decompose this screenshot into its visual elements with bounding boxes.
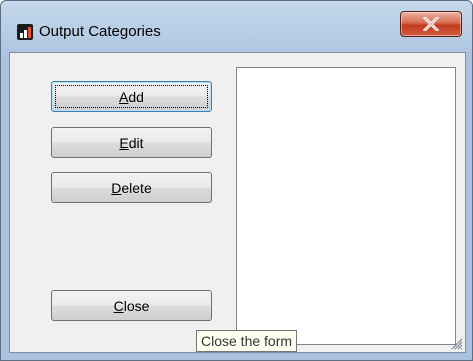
close-icon	[423, 17, 439, 31]
delete-button-label: Delete	[111, 179, 152, 196]
dialog-window: Output Categories Add Edit Delete Close	[0, 0, 473, 361]
tooltip: Close the form	[196, 330, 298, 352]
client-area: Add Edit Delete Close	[9, 52, 466, 353]
categories-listbox[interactable]	[236, 67, 456, 345]
edit-button-label: Edit	[119, 134, 144, 151]
bar-chart-icon	[17, 24, 33, 40]
close-button[interactable]: Close	[51, 290, 212, 321]
edit-button[interactable]: Edit	[51, 127, 212, 158]
add-button[interactable]: Add	[51, 81, 212, 112]
delete-button[interactable]: Delete	[51, 172, 212, 203]
window-title: Output Categories	[39, 23, 161, 40]
resize-grip-icon[interactable]	[451, 338, 463, 350]
window-close-button[interactable]	[400, 11, 462, 37]
title-bar[interactable]: Output Categories	[1, 1, 472, 53]
close-button-label: Close	[113, 297, 150, 314]
focus-rectangle	[55, 85, 208, 108]
